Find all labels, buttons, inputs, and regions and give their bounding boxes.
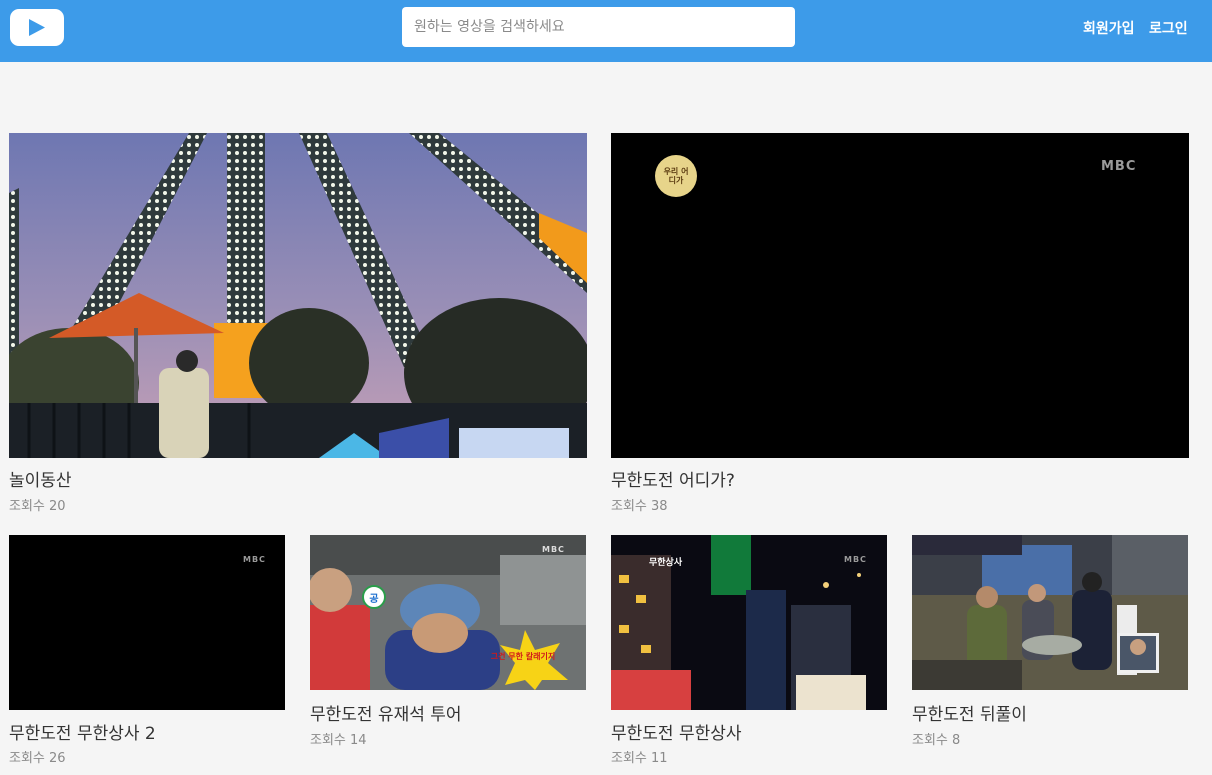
sound-effect-badge: 공 <box>362 585 386 609</box>
show-logo-badge: 우리 어디가 <box>655 155 697 197</box>
video-view-count: 조회수 20 <box>9 499 66 514</box>
signup-link[interactable]: 회원가입 <box>1083 18 1135 38</box>
cafe-scene-image <box>310 535 586 690</box>
video-card[interactable]: 놀이동산 조회수 20 <box>9 133 587 514</box>
video-title[interactable]: 무한도전 무한상사 2 <box>9 719 156 744</box>
restaurant-scene-image <box>912 535 1188 690</box>
video-title[interactable]: 놀이동산 <box>9 466 72 491</box>
video-card[interactable]: 공 그건 무한 칼래기지 MBC 무한도전 유재석 투어 조회수 14 <box>310 535 586 750</box>
mbc-watermark: MBC <box>542 545 565 554</box>
video-view-count: 조회수 26 <box>9 751 66 766</box>
video-title[interactable]: 무한도전 유재석 투어 <box>310 700 462 725</box>
video-card[interactable]: 무한도전 뒤풀이 조회수 8 <box>912 535 1188 750</box>
video-title[interactable]: 무한도전 어디가? <box>611 466 735 491</box>
video-card[interactable]: 무한상사 MBC 무한도전 무한상사 조회수 11 <box>611 535 887 770</box>
show-logo-text: 우리 어디가 <box>663 167 689 185</box>
video-thumbnail[interactable] <box>9 133 587 458</box>
home-logo-button[interactable] <box>10 9 64 46</box>
video-title[interactable]: 무한도전 뒤풀이 <box>912 700 1027 725</box>
mbc-watermark: MBC <box>844 555 867 564</box>
top-header: 회원가입 로그인 <box>0 0 1212 62</box>
video-view-count: 조회수 8 <box>912 733 961 748</box>
video-thumbnail[interactable]: MBC <box>9 535 285 710</box>
video-card[interactable]: 우리 어디가 MBC 무한도전 어디가? 조회수 38 <box>611 133 1189 514</box>
mbc-watermark: MBC <box>243 555 266 564</box>
video-card[interactable]: MBC 무한도전 무한상사 2 조회수 26 <box>9 535 285 770</box>
video-view-count: 조회수 38 <box>611 499 668 514</box>
login-link[interactable]: 로그인 <box>1149 18 1188 38</box>
video-thumbnail[interactable]: 공 그건 무한 칼래기지 MBC <box>310 535 586 690</box>
video-view-count: 조회수 11 <box>611 751 668 766</box>
video-thumbnail[interactable]: 무한상사 MBC <box>611 535 887 710</box>
sound-effect-text: 공 <box>369 593 379 605</box>
mbc-watermark: MBC <box>1101 159 1137 174</box>
amusement-park-image <box>9 133 587 458</box>
video-thumbnail[interactable] <box>912 535 1188 690</box>
search-input[interactable] <box>402 7 795 47</box>
video-view-count: 조회수 14 <box>310 733 367 748</box>
play-icon <box>29 19 45 36</box>
video-thumbnail[interactable]: 우리 어디가 MBC <box>611 133 1189 458</box>
show-logo-text: 무한상사 <box>649 558 683 568</box>
caption-text: 그건 무한 칼래기지 <box>490 652 556 661</box>
video-title[interactable]: 무한도전 무한상사 <box>611 719 742 744</box>
